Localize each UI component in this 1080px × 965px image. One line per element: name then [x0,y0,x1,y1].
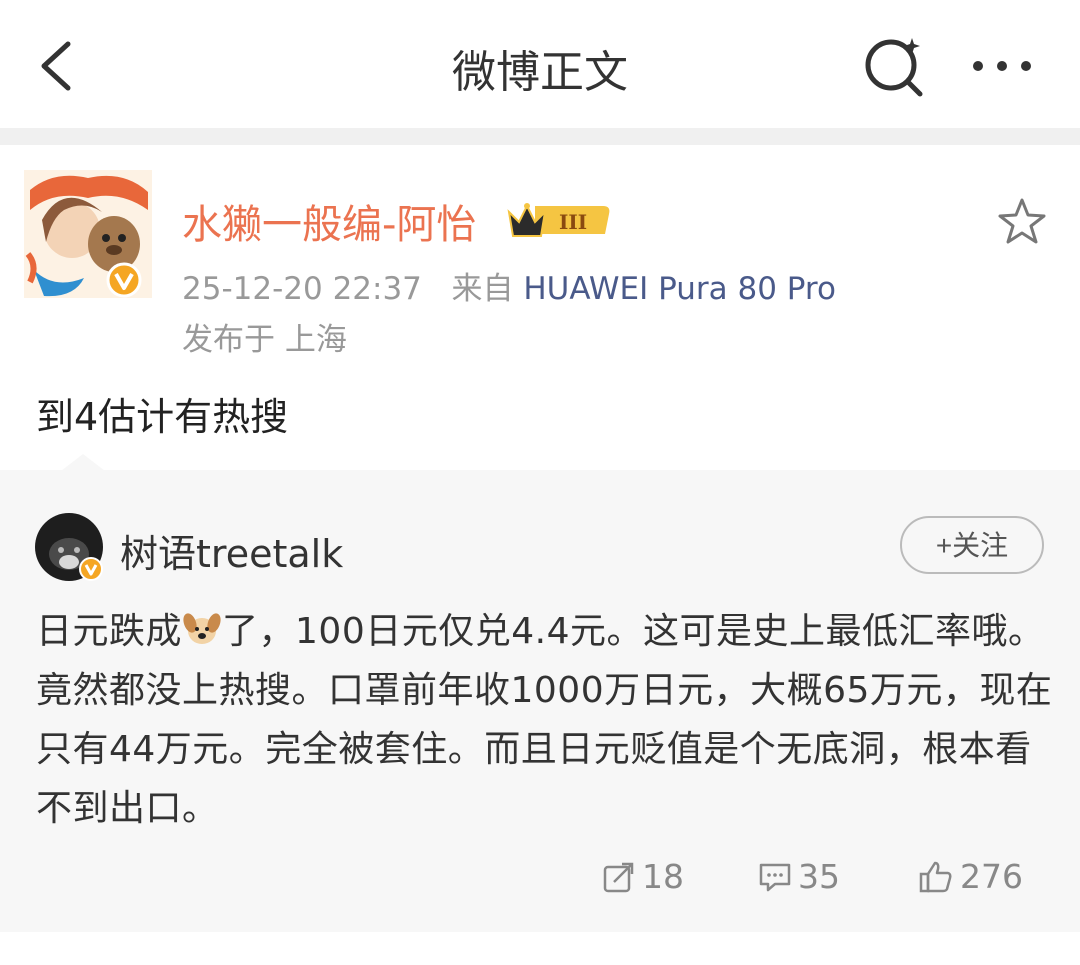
verified-badge-icon [79,557,103,581]
star-icon [998,198,1046,244]
verified-badge-icon [106,262,142,298]
author-avatar[interactable] [24,170,152,298]
section-divider [0,128,1080,145]
top-bar: 微博正文 [0,0,1080,128]
thumbs-up-icon [919,861,952,893]
more-icon [973,61,1031,71]
search-button[interactable] [860,34,930,98]
author-name[interactable]: 水獭一般编-阿怡 [182,192,476,250]
repost-icon [603,862,634,893]
post-location: 发布于 上海 [182,322,347,358]
search-icon [865,38,923,97]
repost-text-part1: 日元跌成 [36,611,183,652]
post-text: 到4估计有热搜 [36,395,289,439]
follow-button[interactable]: +关注 [900,516,1044,574]
post-meta: 25-12-20 22:37 来自 HUAWEI Pura 80 Pro [182,263,836,308]
repost-action[interactable]: 18 [602,855,684,899]
comment-icon [759,863,791,892]
source-prefix: 来自 [451,271,514,307]
repost-author-avatar[interactable] [34,512,104,582]
dog-emoji-icon [182,608,222,648]
comment-count: 35 [798,857,840,896]
like-count: 276 [960,857,1023,896]
repost-author-name[interactable]: 树语treetalk [120,523,343,578]
vip-level-text: III [559,210,587,234]
repost-pointer [61,454,105,471]
comment-action[interactable]: 35 [758,855,840,899]
vip-crown-badge[interactable]: III [505,198,613,242]
bottom-spacer [0,932,1080,965]
repost-text: 日元跌成 了，100日元仅兑4.4元。这可是史上最低汇率哦。竟然都没上热搜。口罩… [36,602,1056,838]
post-timestamp: 25-12-20 22:37 [182,271,422,307]
repost-count: 18 [642,857,684,896]
more-button[interactable] [968,46,1038,86]
post-source[interactable]: HUAWEI Pura 80 Pro [523,271,836,307]
favorite-button[interactable] [995,196,1049,248]
like-action[interactable]: 276 [918,855,1023,899]
